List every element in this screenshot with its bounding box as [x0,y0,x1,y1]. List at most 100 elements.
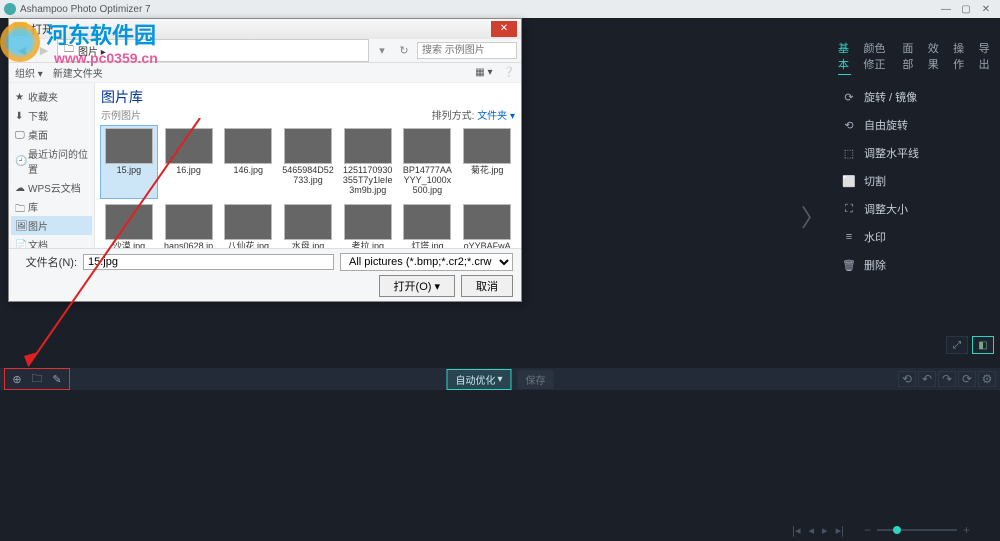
zoom-in-button[interactable]: + [963,523,970,537]
window-close-button[interactable]: ✕ [976,4,996,15]
window-minimize-button[interactable]: — [936,4,956,15]
sidebar-item-label: 图片 [28,218,48,233]
add-image-button[interactable]: ⊕ [9,371,25,387]
zoom-slider[interactable] [877,529,957,531]
thumbnail-image [284,128,332,164]
tool-crop[interactable]: ⬜切割 [830,167,1000,195]
tab-操作[interactable]: 操作 [953,40,966,75]
help-button[interactable]: ❔ [503,67,515,78]
auto-optimize-button[interactable]: 自动优化▾ [446,369,511,390]
sidebar-item-pictures[interactable]: 🖼图片 [11,216,92,235]
refresh-button[interactable]: ↻ [395,42,413,60]
view-compare-button[interactable]: ◧ [972,336,994,354]
nav-back-button[interactable]: ◀ [13,42,31,60]
sidebar-item-desktop[interactable]: 🖵桌面 [11,125,92,144]
sidebar-item-recent[interactable]: 🕘最近访问的位置 [11,144,92,178]
file-thumbnail[interactable]: 考拉.jpg [340,202,396,248]
file-thumbnail[interactable]: 水母.jpg [280,202,336,248]
sidebar-item-docs[interactable]: 📄文档 [11,235,92,248]
file-thumbnail[interactable]: 沙漠.jpg [101,202,157,248]
brush-tool-button[interactable]: ✎ [49,371,65,387]
breadcrumb[interactable]: 🗀 图片 ▸ [57,39,369,62]
filename-label: 文件名(N): [17,254,77,270]
pager-prev-button[interactable]: ◂ [809,524,815,537]
dialog-search-input[interactable] [417,42,517,59]
file-thumbnail[interactable]: BP14777AAYYY_1000x500.jpg [400,126,456,198]
docs-icon: 📄 [15,240,25,249]
tool-free-rotate[interactable]: ⟲自由旋转 [830,111,1000,139]
tool-watermark[interactable]: ≡ 水印 [830,223,1000,251]
tool-delete[interactable]: 🗑删除 [830,251,1000,279]
window-maximize-button[interactable]: ▢ [956,4,976,15]
file-thumbnail[interactable]: 16.jpg [161,126,217,198]
file-thumbnail[interactable]: 1251170930355T7y1leIe3m9b.jpg [340,126,396,198]
add-folder-button[interactable]: 🗀 [29,371,45,387]
sort-control: 排列方式: 文件夹 ▾ [432,107,515,122]
library-icon: 🗀 [64,42,74,59]
history-sync-button[interactable]: ⟲ [898,371,916,387]
delete-icon: 🗑 [842,258,856,272]
zoom-slider-thumb[interactable] [893,526,901,534]
file-thumbnail[interactable]: hans0628.jpg [161,202,217,248]
tool-horizon[interactable]: ⬚调整水平线 [830,139,1000,167]
file-thumbnail[interactable]: 15.jpg [101,126,157,198]
new-folder-button[interactable]: 新建文件夹 [53,65,103,80]
organize-menu[interactable]: 组织 ▾ [15,65,43,80]
filetype-filter[interactable]: All pictures (*.bmp;*.cr2;*.crw [340,253,513,271]
panel-collapse-arrow-icon[interactable]: 〉 [801,198,825,233]
tool-label: 水印 [864,229,886,245]
watermark-icon: ≡ [842,230,856,244]
file-thumbnail[interactable]: 146.jpg [220,126,276,198]
zoom-out-button[interactable]: − [864,523,871,537]
tab-基本[interactable]: 基本 [838,40,851,75]
tool-list: ⟳旋转 / 镜像⟲自由旋转⬚调整水平线⬜切割⛶调整大小 ≡ 水印 🗑删除 [830,79,1000,283]
view-options-button[interactable]: ▦ ▾ [475,67,492,78]
redo-button[interactable]: ↷ [938,371,956,387]
pager-next-button[interactable]: ▸ [822,524,828,537]
sort-dropdown[interactable]: 文件夹 ▾ [477,111,515,122]
thumbnail-image [344,204,392,240]
sidebar-item-star[interactable]: ★收藏夹 [11,87,92,106]
library-icon: 🗀 [15,202,25,212]
file-thumbnail[interactable]: 菊花.jpg [459,126,515,198]
view-fullscreen-button[interactable]: ⤢ [946,336,968,354]
tool-rotate[interactable]: ⟳旋转 / 镜像 [830,83,1000,111]
settings-gear-button[interactable]: ⚙ [978,371,996,387]
tab-面部[interactable]: 面部 [902,40,915,75]
tab-颜色修正[interactable]: 颜色修正 [863,40,890,75]
thumbnail-caption: 1251170930355T7y1leIe3m9b.jpg [342,166,394,196]
pager: |◂ ◂ ▸ ▸| [792,524,844,537]
filename-input[interactable] [83,254,334,270]
tab-导出[interactable]: 导出 [979,40,992,75]
sidebar-item-library[interactable]: 🗀库 [11,197,92,216]
pager-last-button[interactable]: ▸| [836,524,844,537]
file-thumbnail[interactable]: 灯塔.jpg [400,202,456,248]
nav-forward-button[interactable]: ▶ [35,42,53,60]
cloud-icon: ☁ [15,183,25,193]
thumbnail-image [105,204,153,240]
sidebar-item-download[interactable]: ⬇下载 [11,106,92,125]
cancel-button[interactable]: 取消 [461,275,513,297]
thumbnail-caption: BP14777AAYYY_1000x500.jpg [402,166,454,196]
sidebar-item-label: 下载 [28,108,48,123]
save-button[interactable]: 保存 [518,370,554,389]
sidebar-item-cloud[interactable]: ☁WPS云文档 [11,178,92,197]
dialog-toolbar: 组织 ▾ 新建文件夹 ▦ ▾ ❔ [9,63,521,83]
free-rotate-icon: ⟲ [842,118,856,132]
rotate-icon: ⟳ [842,90,856,104]
file-thumbnail[interactable]: 5465984D52733.jpg [280,126,336,198]
undo-button[interactable]: ↶ [918,371,936,387]
file-thumbnail[interactable]: 八仙花.jpg [220,202,276,248]
dialog-close-button[interactable]: ✕ [491,21,517,37]
file-thumbnail[interactable]: oYYBAFwAKIGQFIAAHU-E8YYYAACIDAETRM0A88dr… [459,202,515,248]
category-tabs: 基本颜色修正面部效果操作导出 [830,36,1000,79]
right-panel: 基本颜色修正面部效果操作导出 ⟳旋转 / 镜像⟲自由旋转⬚调整水平线⬜切割⛶调整… [830,36,1000,283]
file-open-dialog: 打开 ✕ ◀ ▶ 🗀 图片 ▸ ▾ ↻ 组织 ▾ 新建文件夹 ▦ ▾ ❔ ★收藏… [8,18,522,302]
open-button[interactable]: 打开(O) ▾ [379,275,455,297]
breadcrumb-dropdown-button[interactable]: ▾ [373,42,391,60]
tool-resize[interactable]: ⛶调整大小 [830,195,1000,223]
pager-first-button[interactable]: |◂ [792,524,800,537]
reset-button[interactable]: ⟳ [958,371,976,387]
download-icon: ⬇ [15,111,25,121]
tab-效果[interactable]: 效果 [928,40,941,75]
